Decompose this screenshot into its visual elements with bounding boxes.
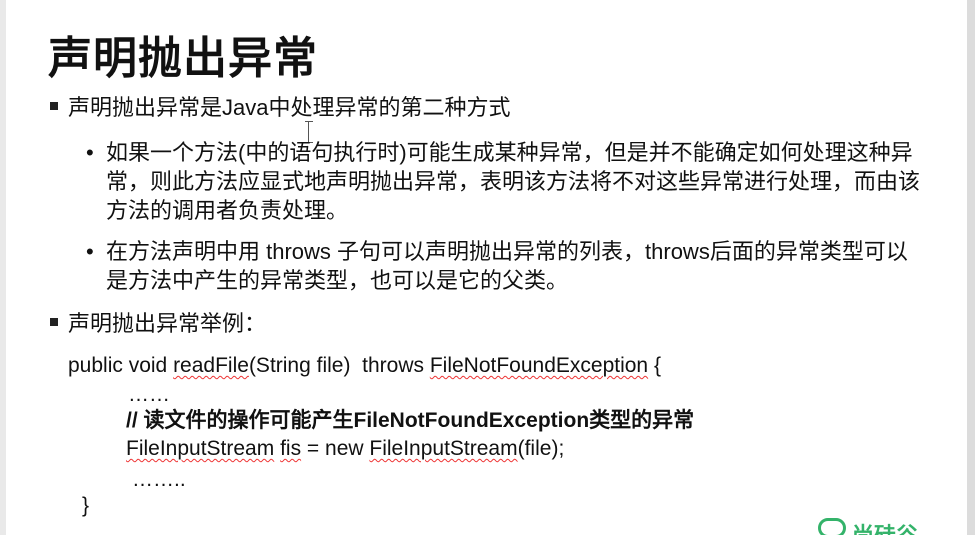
square-bullet-icon xyxy=(50,102,58,111)
code-token: (String file) throws xyxy=(248,354,430,377)
bullet-secondary-2: • 在方法声明中用 throws 子句可以声明抛出异常的列表，throws后面的… xyxy=(86,237,926,295)
code-token-method: readFile xyxy=(173,354,249,377)
code-line-5: …….. xyxy=(132,468,186,491)
code-token: = new xyxy=(301,437,370,460)
code-token: (file); xyxy=(517,437,565,460)
bullet-secondary-2-text: 在方法声明中用 throws 子句可以声明抛出异常的列表，throws后面的异常… xyxy=(106,239,908,293)
watermark-logo: 尚硅谷 xyxy=(818,518,968,535)
code-line-1: public void readFile(String file) throws… xyxy=(68,352,661,380)
bullet-primary-1: 声明抛出异常是Java中处理异常的第二种方式 xyxy=(50,94,510,122)
code-token: { xyxy=(648,354,661,377)
slide: 声明抛出异常 声明抛出异常是Java中处理异常的第二种方式 • 如果一个方法(中… xyxy=(0,0,975,535)
slide-title: 声明抛出异常 xyxy=(48,33,318,84)
dot-bullet-icon: • xyxy=(86,239,94,264)
code-token: public void xyxy=(68,354,174,377)
code-token-class: FileInputStream xyxy=(126,437,275,460)
code-token-exception: FileNotFoundException xyxy=(429,354,649,377)
code-closing-brace: } xyxy=(82,494,90,517)
code-comment-line: // 读文件的操作可能产生FileNotFoundException类型的异常 xyxy=(126,409,695,432)
watermark-text: 尚硅谷 xyxy=(852,523,918,535)
bullet-secondary-1-text: 如果一个方法(中的语句执行时)可能生成某种异常，但是并不能确定如何处理这种异常，… xyxy=(106,140,921,223)
bullet-primary-2: 声明抛出异常举例： xyxy=(50,310,266,338)
code-token-var: fis xyxy=(280,437,302,460)
dot-bullet-icon: • xyxy=(86,140,94,165)
code-line-2: …… xyxy=(128,383,170,406)
logo-icon xyxy=(818,518,846,535)
code-line-4: FileInputStream fis = new FileInputStrea… xyxy=(126,435,564,463)
code-token-class: FileInputStream xyxy=(369,437,518,460)
bullet-primary-2-text: 声明抛出异常举例： xyxy=(68,311,267,336)
slide-left-edge xyxy=(0,0,6,535)
square-bullet-icon xyxy=(50,318,58,327)
slide-right-edge xyxy=(967,0,975,535)
bullet-primary-1-text: 声明抛出异常是Java中处理异常的第二种方式 xyxy=(68,95,511,120)
bullet-secondary-1: • 如果一个方法(中的语句执行时)可能生成某种异常，但是并不能确定如何处理这种异… xyxy=(86,138,926,225)
